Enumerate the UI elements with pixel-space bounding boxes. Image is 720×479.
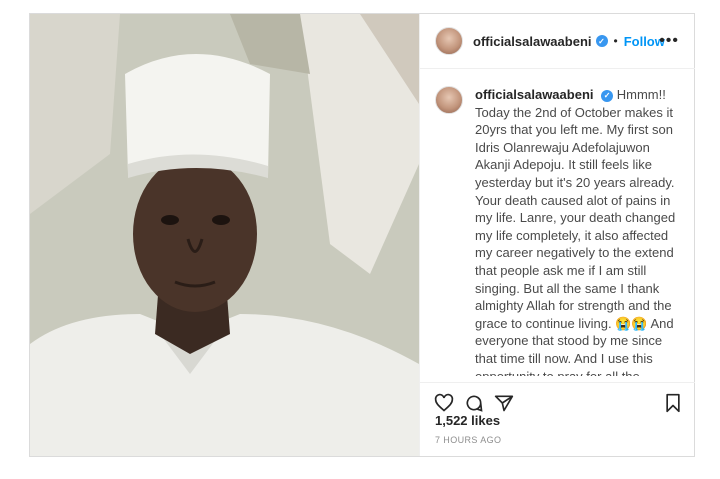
likes-count[interactable]: 1,522 likes	[435, 413, 500, 428]
post-photo[interactable]	[30, 14, 419, 456]
save-bookmark-icon[interactable]	[664, 393, 682, 418]
more-options-icon[interactable]: •••	[659, 32, 679, 50]
post-timestamp: 7 HOURS AGO	[435, 435, 502, 445]
post-header: officialsalawaabeni ✓ • Follow •••	[420, 14, 695, 69]
username[interactable]: officialsalawaabeni	[473, 34, 592, 49]
caption-text: officialsalawaabeni ✓ Hmmm!! Today the 2…	[475, 86, 681, 376]
caption-username[interactable]: officialsalawaabeni	[475, 87, 594, 102]
post-sidebar: officialsalawaabeni ✓ • Follow ••• offic…	[419, 14, 695, 456]
caption-body: Hmmm!! Today the 2nd of October makes it…	[475, 87, 676, 376]
caption-avatar[interactable]	[435, 86, 463, 114]
avatar[interactable]	[435, 27, 463, 55]
caption: officialsalawaabeni ✓ Hmmm!! Today the 2…	[435, 86, 681, 376]
verified-badge-icon: ✓	[601, 89, 614, 102]
separator-dot: •	[613, 34, 618, 48]
instagram-post: officialsalawaabeni ✓ • Follow ••• offic…	[29, 13, 695, 457]
verified-badge-icon: ✓	[595, 35, 608, 47]
portrait-image	[30, 14, 419, 456]
